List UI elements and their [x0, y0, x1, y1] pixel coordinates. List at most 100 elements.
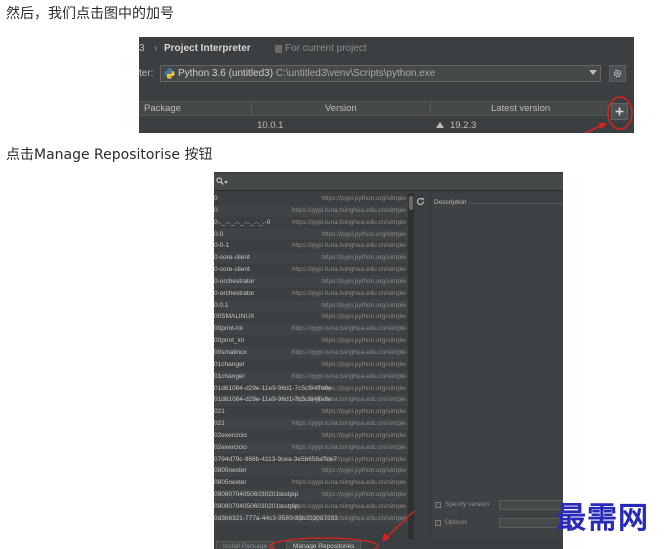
package-repository: https://pypi.python.org/simple	[321, 301, 406, 309]
package-name: 0-0	[214, 230, 224, 238]
package-row[interactable]: 0.0.1 https://pypi.python.org/simple	[214, 299, 408, 312]
column-header-version[interactable]: Version	[325, 102, 357, 115]
version-field[interactable]	[499, 500, 563, 510]
interpreter-path: C:\untitled3\venv\Scripts\python.exe	[273, 68, 436, 79]
package-repository: https://pypi.tuna.tsinghua.edu.cn/simple	[291, 479, 406, 487]
package-row[interactable]: 00smalinux https://pypi.tuna.tsinghua.edu…	[214, 346, 408, 359]
scrollbar-thumb[interactable]	[409, 196, 413, 210]
package-name: 02exercicio	[214, 443, 247, 451]
options-field[interactable]	[499, 518, 563, 528]
add-package-button[interactable]	[611, 103, 628, 120]
python-icon	[164, 68, 175, 79]
package-row[interactable]	[214, 525, 408, 537]
gear-icon	[613, 69, 622, 78]
package-list[interactable]: 0 https://pypi.python.org/simple 0 https://…	[214, 193, 408, 539]
package-row[interactable]: 090807040506030201testpip https://pypi.tu…	[214, 501, 408, 513]
scope-label: For current project	[285, 43, 367, 54]
package-repository: https://pypi.tuna.tsinghua.edu.cn/simple	[291, 218, 406, 226]
column-header-package[interactable]: Package	[144, 102, 181, 115]
package-name: 0805nexter	[214, 467, 247, 475]
package-row[interactable]: 01changer https://pypi.tuna.tsinghua.edu.…	[214, 370, 408, 383]
package-row[interactable]: 0 https://pypi.python.org/simple	[214, 193, 408, 205]
package-name: 021	[214, 420, 225, 428]
package-name: 0805nexter	[214, 479, 247, 487]
package-repository: https://pypi.python.org/simple	[321, 431, 406, 439]
up-arrow-icon	[436, 122, 444, 128]
packages-table-header: Package Version Latest version	[139, 101, 609, 116]
package-row[interactable]: 0-core-client https://pypi.python.org/sim…	[214, 252, 408, 265]
package-row[interactable]: 021 https://pypi.tuna.tsinghua.edu.cn/sim…	[214, 418, 408, 430]
package-repository: https://pypi.tuna.tsinghua.edu.cn/simple	[291, 502, 406, 510]
column-divider	[430, 102, 431, 115]
package-row[interactable]: 0-0-1 https://pypi.tuna.tsinghua.edu.cn/s…	[214, 240, 408, 252]
search-input[interactable]	[214, 174, 563, 191]
package-repository: https://pypi.tuna.tsinghua.edu.cn/simple	[291, 325, 406, 333]
search-icon	[216, 177, 224, 185]
interpreter-dropdown[interactable]: Python 3.6 (untitled3) C:\untitled3\venv…	[160, 65, 601, 82]
chevron-down-icon[interactable]	[589, 70, 597, 75]
package-name: 0-._.-._.-._.-._.-._.-0	[214, 218, 271, 226]
package-row[interactable]: 0-orchestrator https://pypi.python.org/si…	[214, 275, 408, 288]
article-text-step-manage: 点击Manage Repositorise 按钮	[6, 147, 213, 163]
package-name: 0.0.1	[214, 301, 229, 309]
package-row[interactable]: 090807040506030201testpip https://pypi.py…	[214, 489, 408, 501]
latest-version-cell: 19.2.3	[436, 120, 476, 131]
package-row[interactable]: 01d61084-d29e-11e9-96d1-7c5cf84ffe8e http…	[214, 383, 408, 395]
package-row[interactable]: 0805nexter https://pypi.tuna.tsinghua.edu…	[214, 477, 408, 489]
options-checkbox[interactable]	[435, 520, 441, 526]
package-row[interactable]: 02exercicio https://pypi.python.org/simpl…	[214, 430, 408, 442]
column-divider	[251, 102, 252, 115]
annotation-arrow	[584, 124, 604, 133]
package-repository: https://pypi.python.org/simple	[321, 408, 406, 416]
package-repository: https://pypi.python.org/simple	[321, 467, 406, 475]
package-repository: https://pypi.tuna.tsinghua.edu.cn/simple	[291, 266, 406, 274]
latest-version-value: 19.2.3	[450, 120, 477, 131]
package-name: 090807040506030201testpip	[214, 491, 299, 499]
package-repository: https://pypi.python.org/simple	[321, 277, 406, 285]
specify-version-checkbox[interactable]	[435, 502, 441, 508]
package-name: 090807040506030201testpip	[214, 502, 299, 510]
package-repository: https://pypi.tuna.tsinghua.edu.cn/simple	[291, 242, 406, 250]
package-repository: https://pypi.python.org/simple	[321, 384, 406, 392]
package-row[interactable]: 00SMALINUX https://pypi.python.org/simple	[214, 311, 408, 323]
interpreter-settings-button[interactable]	[609, 65, 626, 82]
package-row[interactable]: 0-orchestrator https://pypi.tuna.tsinghua…	[214, 288, 408, 300]
package-name: 0794d79c-966b-4113-9cea-3e5b658a7de7	[214, 455, 338, 463]
breadcrumb-parent[interactable]: 3	[139, 43, 145, 54]
project-interpreter-screenshot: 3 › Project Interpreter For current proj…	[139, 37, 634, 133]
column-header-latest-version[interactable]: Latest version	[491, 102, 550, 115]
package-row[interactable]: 0 https://pypi.tuna.tsinghua.edu.cn/simpl…	[214, 204, 408, 217]
refresh-icon[interactable]	[416, 197, 425, 206]
package-name: 00print-lol	[214, 325, 243, 333]
package-name: 01changer	[214, 360, 245, 368]
package-repository: https://pypi.python.org/simple	[321, 360, 406, 368]
package-row[interactable]: 0-core-client https://pypi.tuna.tsinghua.…	[214, 264, 408, 276]
description-divider	[469, 203, 563, 204]
package-repository: https://pypi.python.org/simple	[321, 230, 406, 238]
package-name: 0-orchestrator	[214, 289, 255, 297]
package-row[interactable]: 00print_lol https://pypi.python.org/simpl…	[214, 335, 408, 347]
package-row[interactable]: 01d61084-d29e-11e9-96d1-7c5cf84ffe8e http…	[214, 394, 408, 407]
package-row[interactable]: 0-0 https://pypi.python.org/simple	[214, 228, 408, 241]
plus-icon	[615, 107, 624, 116]
package-row[interactable]: 0794d79c-966b-4113-9cea-3e5b658a7de7 http…	[214, 454, 408, 466]
install-package-button[interactable]: Install Package	[216, 541, 275, 549]
package-row[interactable]: 0d3b6321-777a-44c3-9580-33b223087233 http…	[214, 512, 408, 525]
package-repository: https://pypi.tuna.tsinghua.edu.cn/simple	[291, 206, 406, 214]
package-row[interactable]: 0805nexter https://pypi.python.org/simple	[214, 465, 408, 478]
manage-repositories-button[interactable]: Manage Repositories	[286, 541, 362, 549]
package-name: 0-orchestrator	[214, 277, 255, 285]
available-packages-screenshot: 0 https://pypi.python.org/simple 0 https://…	[214, 172, 563, 549]
search-options-dropdown[interactable]	[224, 181, 228, 184]
package-row[interactable]: 02exercicio https://pypi.tuna.tsinghua.ed…	[214, 441, 408, 454]
package-row[interactable]: 00print-lol https://pypi.tuna.tsinghua.ed…	[214, 323, 408, 336]
package-repository: https://pypi.tuna.tsinghua.edu.cn/simple	[291, 348, 406, 356]
package-row[interactable]: 01changer https://pypi.python.org/simple	[214, 359, 408, 371]
package-repository: https://pypi.python.org/simple	[321, 195, 406, 202]
interpreter-label: ter:	[139, 68, 154, 79]
package-name: 0-core-client	[214, 266, 250, 274]
package-row[interactable]: 0-._.-._.-._.-._.-._.-0 https://pypi.tuna…	[214, 217, 408, 229]
package-name: 01changer	[214, 372, 245, 380]
package-row[interactable]: 021 https://pypi.python.org/simple	[214, 406, 408, 418]
package-repository: https://pypi.python.org/simple	[321, 254, 406, 262]
